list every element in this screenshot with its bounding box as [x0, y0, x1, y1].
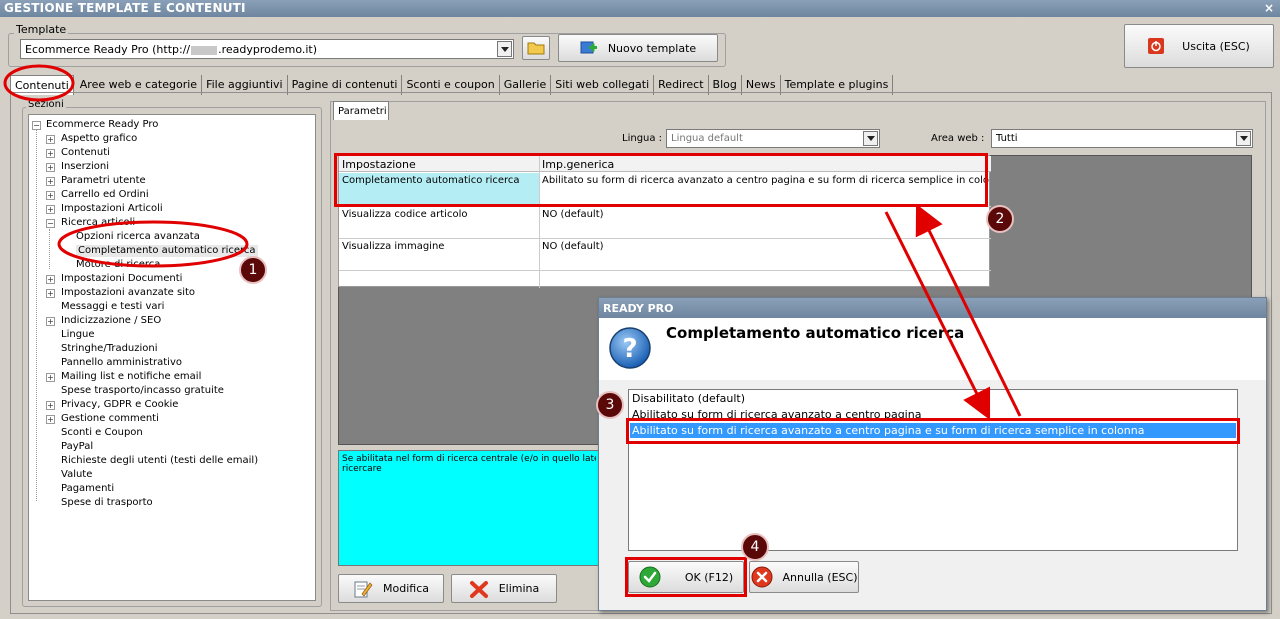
annotation-overlay: [3, 64, 1022, 421]
highlight-box-row: [334, 153, 988, 207]
arrow-up: [915, 203, 1022, 417]
highlight-ellipse-tree: [57, 220, 249, 268]
highlight-ellipse-tab: [3, 64, 75, 102]
step-badge-3: 3: [596, 391, 624, 419]
highlight-box-ok: [625, 557, 747, 597]
step-badge-4: 4: [741, 533, 769, 561]
highlight-box-option: [626, 418, 1240, 444]
step-badge-2: 2: [986, 205, 1014, 233]
step-badge-1: 1: [239, 256, 267, 284]
